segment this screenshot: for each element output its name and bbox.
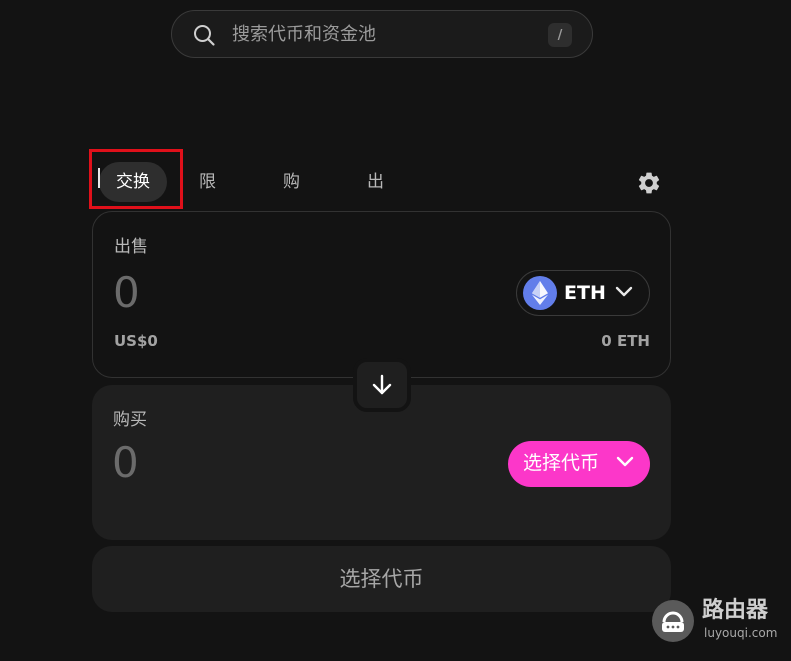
chevron-down-icon xyxy=(616,456,634,467)
watermark-title: 路由器 xyxy=(702,598,769,623)
sell-token-symbol: ETH xyxy=(564,282,606,304)
watermark-subtitle: luyouqi.com xyxy=(704,626,778,640)
gear-icon[interactable] xyxy=(636,170,662,196)
tab-buy[interactable]: 购买 xyxy=(283,162,300,232)
sell-usd-value: US$0 xyxy=(114,332,158,350)
chevron-down-icon xyxy=(615,286,633,297)
search-input[interactable]: 搜索代币和资金池 xyxy=(232,23,376,47)
router-logo-icon xyxy=(652,600,694,642)
buy-amount-input[interactable]: 0 xyxy=(112,440,139,486)
sell-label: 出售 xyxy=(114,237,148,257)
arrow-down-icon xyxy=(372,374,392,395)
sell-panel: 出售 0 ETH US$0 0 ETH xyxy=(92,211,671,378)
buy-select-token-button[interactable]: 选择代币 xyxy=(508,441,650,487)
submit-button[interactable]: 选择代币 xyxy=(92,546,671,612)
sell-amount-input[interactable]: 0 xyxy=(113,270,140,316)
tab-limit[interactable]: 限额 xyxy=(199,162,216,232)
switch-direction-button[interactable] xyxy=(353,358,411,412)
tab-sell[interactable]: 出售 xyxy=(367,162,384,232)
eth-icon xyxy=(523,276,557,310)
sell-token-selector[interactable]: ETH xyxy=(516,270,650,316)
sell-balance: 0 ETH xyxy=(601,332,650,350)
highlight-box xyxy=(89,149,183,209)
buy-label: 购买 xyxy=(113,410,147,430)
search-bar[interactable]: 搜索代币和资金池 / xyxy=(171,10,593,58)
select-token-label: 选择代币 xyxy=(523,452,600,474)
search-icon xyxy=(194,25,215,46)
watermark: 路由器 luyouqi.com xyxy=(652,598,787,644)
search-shortcut-badge: / xyxy=(548,23,572,47)
